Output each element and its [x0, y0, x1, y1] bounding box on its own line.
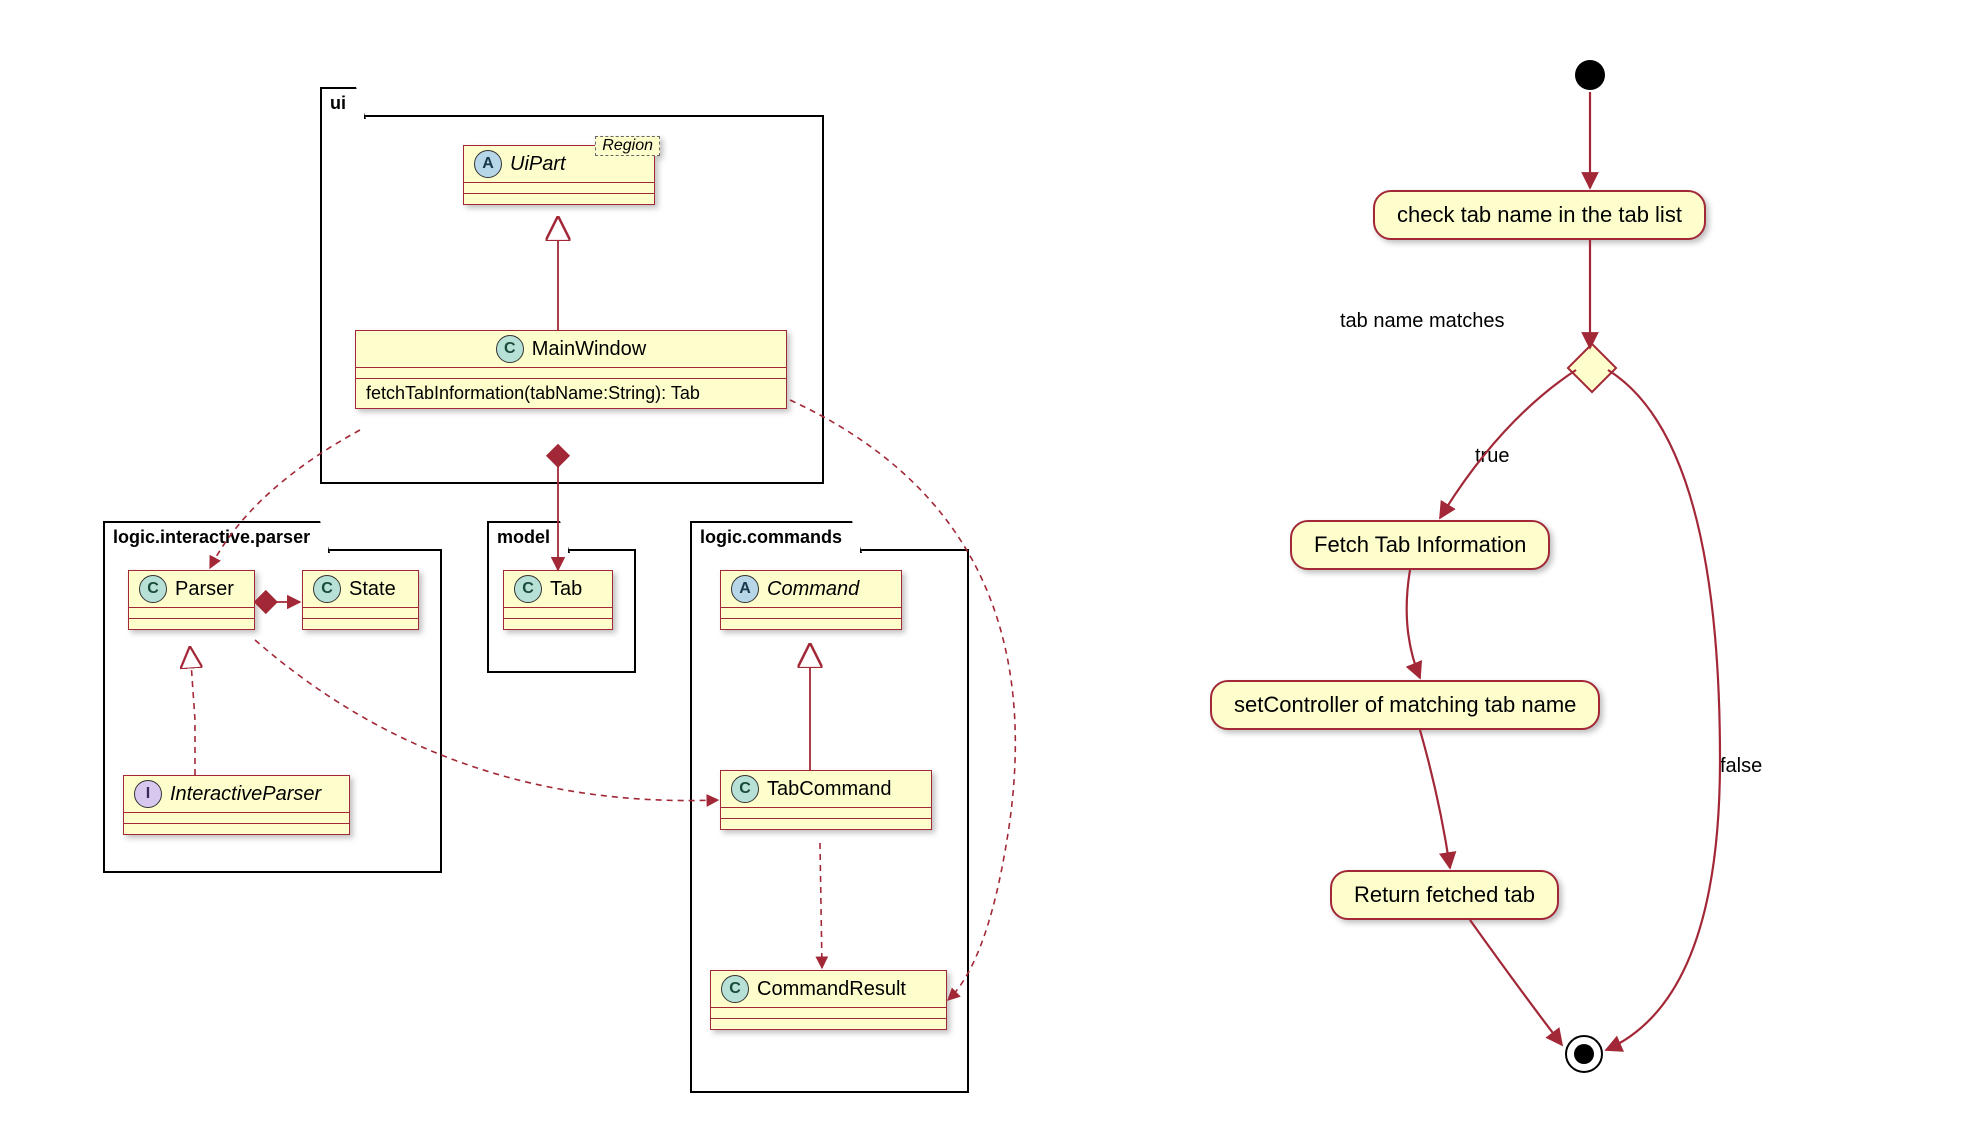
class-name: Command	[767, 578, 859, 601]
decision-node-icon	[1567, 343, 1618, 394]
activity-return: Return fetched tab	[1330, 870, 1559, 920]
abstract-icon: A	[731, 575, 759, 603]
false-label: false	[1720, 755, 1762, 778]
package-parser-label: logic.interactive.parser	[103, 521, 330, 553]
class-name: TabCommand	[767, 778, 892, 801]
class-name: MainWindow	[532, 338, 646, 361]
class-tabcommand: C TabCommand	[720, 770, 932, 830]
class-uipart: Region A UiPart	[463, 145, 655, 205]
class-icon: C	[514, 575, 542, 603]
class-icon: C	[313, 575, 341, 603]
region-badge: Region	[595, 136, 660, 156]
class-state: C State	[302, 570, 419, 630]
end-node-icon	[1565, 1035, 1603, 1073]
class-method: fetchTabInformation(tabName:String): Tab	[356, 379, 786, 408]
class-name: State	[349, 578, 396, 601]
interface-icon: I	[134, 780, 162, 808]
class-name: Tab	[550, 578, 582, 601]
package-ui-label: ui	[320, 87, 366, 119]
package-commands-label: logic.commands	[690, 521, 862, 553]
activity-setcontroller: setController of matching tab name	[1210, 680, 1600, 730]
start-node-icon	[1575, 60, 1605, 90]
class-command: A Command	[720, 570, 902, 630]
package-model-label: model	[487, 521, 570, 553]
class-tab: C Tab	[503, 570, 613, 630]
class-commandresult: C CommandResult	[710, 970, 947, 1030]
activity-check-tab: check tab name in the tab list	[1373, 190, 1706, 240]
class-parser: C Parser	[128, 570, 255, 630]
abstract-icon: A	[474, 150, 502, 178]
class-name: InteractiveParser	[170, 783, 321, 806]
class-name: Parser	[175, 578, 234, 601]
class-name: CommandResult	[757, 978, 906, 1001]
class-mainwindow: C MainWindow fetchTabInformation(tabName…	[355, 330, 787, 409]
true-label: true	[1475, 445, 1509, 468]
class-icon: C	[721, 975, 749, 1003]
class-icon: C	[731, 775, 759, 803]
class-name: UiPart	[510, 153, 566, 176]
guard-label: tab name matches	[1340, 310, 1505, 333]
class-icon: C	[139, 575, 167, 603]
class-icon: C	[496, 335, 524, 363]
class-interactive-parser: I InteractiveParser	[123, 775, 350, 835]
activity-fetch: Fetch Tab Information	[1290, 520, 1550, 570]
